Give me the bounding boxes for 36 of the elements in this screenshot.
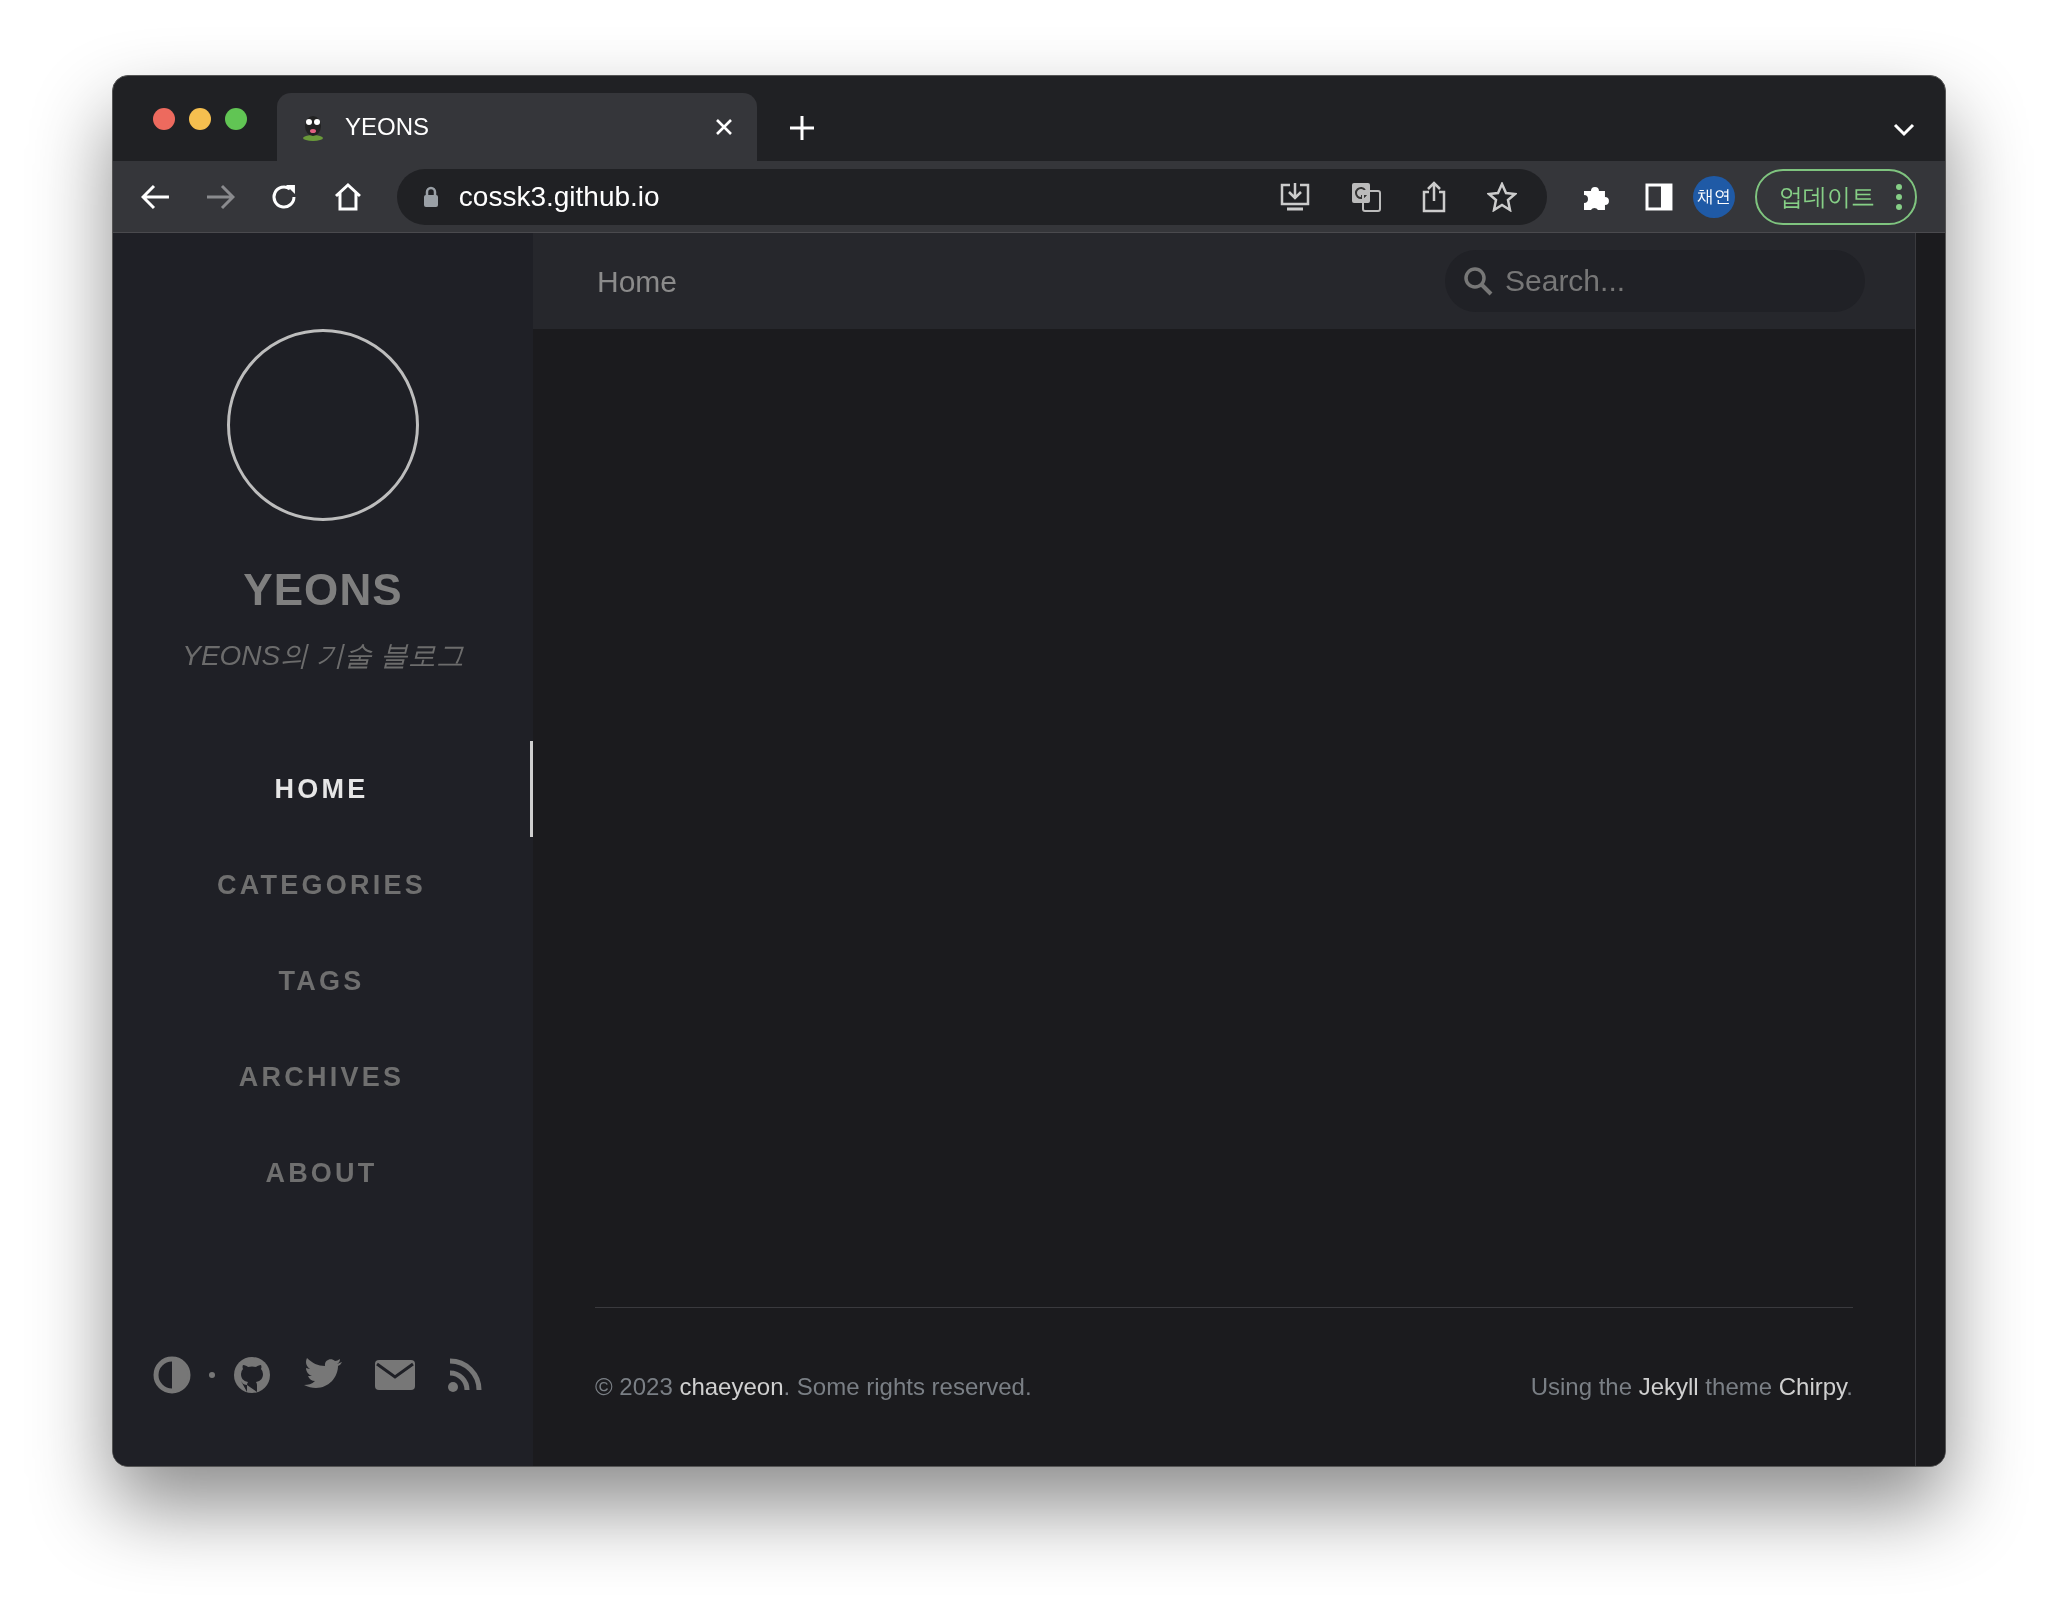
site-subtitle: YEONS의 기술 블로그 <box>182 639 464 673</box>
forward-arrow-icon[interactable] <box>204 183 235 210</box>
close-window-button[interactable] <box>153 107 175 130</box>
profile-avatar[interactable]: 채연 <box>1693 175 1735 218</box>
credit-link[interactable]: Chirpy <box>1778 1373 1847 1400</box>
credit-link[interactable]: Jekyll <box>1638 1373 1699 1400</box>
author-link[interactable]: chaeyeon <box>679 1373 784 1400</box>
url-text: cossk3.github.io <box>458 179 661 214</box>
back-arrow-icon[interactable] <box>141 183 171 210</box>
share-icon[interactable] <box>1421 180 1448 213</box>
translate-icon[interactable] <box>1351 181 1382 212</box>
close-icon[interactable] <box>715 118 733 136</box>
home-icon[interactable] <box>332 181 363 212</box>
zoom-window-button[interactable] <box>225 107 247 130</box>
address-bar[interactable]: cossk3.github.io <box>396 168 1548 225</box>
install-icon[interactable] <box>1279 181 1312 212</box>
browser-tab[interactable]: YEONS <box>277 93 757 161</box>
search-field[interactable]: Search... <box>1445 250 1865 312</box>
new-tab-icon[interactable] <box>789 115 815 141</box>
rss-icon[interactable] <box>447 1357 483 1393</box>
update-button[interactable]: 업데이트 <box>1755 168 1917 225</box>
star-icon[interactable] <box>1487 181 1518 212</box>
breadcrumb: Home <box>597 263 679 300</box>
tab-title: YEONS <box>345 112 431 142</box>
contrast-icon[interactable] <box>153 1356 191 1394</box>
minimize-window-button[interactable] <box>189 107 211 130</box>
more-vertical-icon[interactable] <box>1895 182 1903 211</box>
site-title[interactable]: YEONS <box>243 557 403 623</box>
mail-icon[interactable] <box>375 1360 415 1390</box>
side-panel-icon[interactable] <box>1645 182 1674 211</box>
github-icon[interactable] <box>233 1356 271 1394</box>
search-icon <box>1463 266 1493 296</box>
copyright-text: © 2023 chaeyeon. Some rights reserved. <box>595 1372 1032 1402</box>
chevron-down-icon[interactable] <box>1893 123 1915 137</box>
lock-icon <box>422 185 439 208</box>
theme-credit-text: Using the Jekyll theme Chirpy. <box>1530 1372 1853 1402</box>
